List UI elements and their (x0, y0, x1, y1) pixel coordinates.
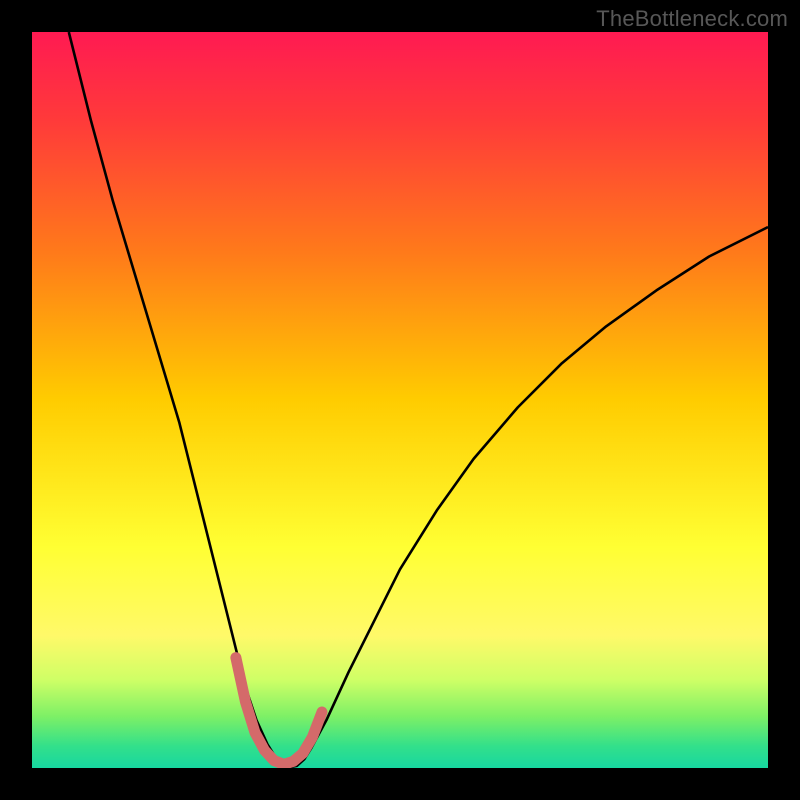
plot-area (32, 32, 768, 768)
gradient-background (32, 32, 768, 768)
watermark-text: TheBottleneck.com (596, 6, 788, 32)
chart-frame: TheBottleneck.com (0, 0, 800, 800)
bottleneck-curve-chart (32, 32, 768, 768)
